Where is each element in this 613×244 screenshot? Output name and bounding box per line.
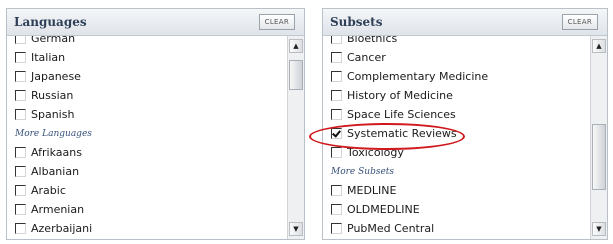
list-item[interactable]: Afrikaans: [7, 143, 287, 162]
checkbox[interactable]: [15, 147, 26, 158]
list-item[interactable]: Armenian: [7, 200, 287, 219]
list-item[interactable]: Cancer: [323, 48, 590, 67]
list-item[interactable]: PubMed Central: [323, 219, 590, 238]
list-item[interactable]: MEDLINE: [323, 181, 590, 200]
item-label: Italian: [31, 51, 66, 64]
checkbox[interactable]: [15, 185, 26, 196]
item-label: Arabic: [31, 184, 66, 197]
list-item[interactable]: Toxicology: [323, 143, 590, 162]
checkbox[interactable]: [331, 147, 342, 158]
list-item[interactable]: Arabic: [7, 181, 287, 200]
item-label: Japanese: [31, 70, 81, 83]
checkbox[interactable]: [331, 71, 342, 82]
subsets-clear-button[interactable]: CLEAR: [561, 14, 598, 30]
list-item[interactable]: Russian: [7, 86, 287, 105]
item-label: Afrikaans: [31, 146, 82, 159]
item-label: Bioethics: [347, 36, 398, 45]
list-item[interactable]: OLDMEDLINE: [323, 200, 590, 219]
checkbox[interactable]: [15, 90, 26, 101]
languages-title: Languages: [14, 15, 87, 29]
subsets-header: Subsets CLEAR: [323, 9, 607, 36]
item-label: Albanian: [31, 165, 80, 178]
languages-panel: Languages CLEAR German Italian Japanese …: [6, 8, 305, 240]
list-item[interactable]: Complementary Medicine: [323, 67, 590, 86]
checkbox[interactable]: [331, 185, 342, 196]
languages-list: German Italian Japanese Russian Spanish …: [7, 36, 287, 239]
item-label: Cancer: [347, 51, 386, 64]
subsets-scrollbar[interactable]: ▲ ▼: [590, 36, 607, 239]
list-item[interactable]: Space Life Sciences: [323, 105, 590, 124]
scroll-up-icon[interactable]: ▲: [289, 39, 303, 53]
item-label: Armenian: [31, 203, 85, 216]
scroll-up-icon[interactable]: ▲: [592, 39, 606, 53]
item-label: Space Life Sciences: [347, 108, 456, 121]
checkbox[interactable]: [15, 109, 26, 120]
more-subsets-heading: More Subsets: [331, 166, 395, 177]
checkbox[interactable]: [331, 223, 342, 234]
item-label: Azerbaijani: [31, 222, 93, 235]
item-label: MEDLINE: [347, 184, 397, 197]
checkbox[interactable]: [15, 166, 26, 177]
item-label: Spanish: [31, 108, 75, 121]
checkbox[interactable]: [331, 52, 342, 63]
languages-scrollbar[interactable]: ▲ ▼: [287, 36, 304, 239]
list-item[interactable]: Albanian: [7, 162, 287, 181]
scroll-down-icon[interactable]: ▼: [289, 222, 303, 236]
item-label: Systematic Reviews: [347, 127, 457, 140]
checkbox[interactable]: [15, 36, 26, 44]
list-item[interactable]: Spanish: [7, 105, 287, 124]
checkbox[interactable]: [15, 223, 26, 234]
scroll-down-icon[interactable]: ▼: [592, 222, 606, 236]
checkbox[interactable]: [15, 204, 26, 215]
item-label: German: [31, 36, 76, 45]
list-item[interactable]: German: [7, 36, 287, 48]
checkbox[interactable]: [331, 36, 342, 44]
subsets-list: Bioethics Cancer Complementary Medicine …: [323, 36, 590, 239]
checkbox[interactable]: [331, 128, 342, 139]
item-label: History of Medicine: [347, 89, 453, 102]
checkbox[interactable]: [331, 204, 342, 215]
subsets-title: Subsets: [330, 15, 383, 29]
item-label: Toxicology: [347, 146, 404, 159]
list-item[interactable]: Italian: [7, 48, 287, 67]
list-item[interactable]: History of Medicine: [323, 86, 590, 105]
more-languages-heading: More Languages: [15, 128, 92, 139]
checkbox[interactable]: [331, 90, 342, 101]
checkbox[interactable]: [331, 109, 342, 120]
scroll-thumb[interactable]: [592, 124, 606, 190]
list-item[interactable]: Japanese: [7, 67, 287, 86]
scroll-thumb[interactable]: [289, 60, 303, 90]
list-item[interactable]: Systematic Reviews: [323, 124, 590, 143]
checkbox[interactable]: [15, 52, 26, 63]
list-item[interactable]: Bioethics: [323, 36, 590, 48]
item-label: OLDMEDLINE: [347, 203, 420, 216]
checkbox[interactable]: [15, 71, 26, 82]
languages-header: Languages CLEAR: [7, 9, 304, 36]
languages-clear-button[interactable]: CLEAR: [258, 14, 295, 30]
item-label: Russian: [31, 89, 74, 102]
item-label: Complementary Medicine: [347, 70, 489, 83]
list-item[interactable]: Azerbaijani: [7, 219, 287, 238]
subsets-panel: Subsets CLEAR Bioethics Cancer Complemen…: [322, 8, 608, 240]
item-label: PubMed Central: [347, 222, 435, 235]
